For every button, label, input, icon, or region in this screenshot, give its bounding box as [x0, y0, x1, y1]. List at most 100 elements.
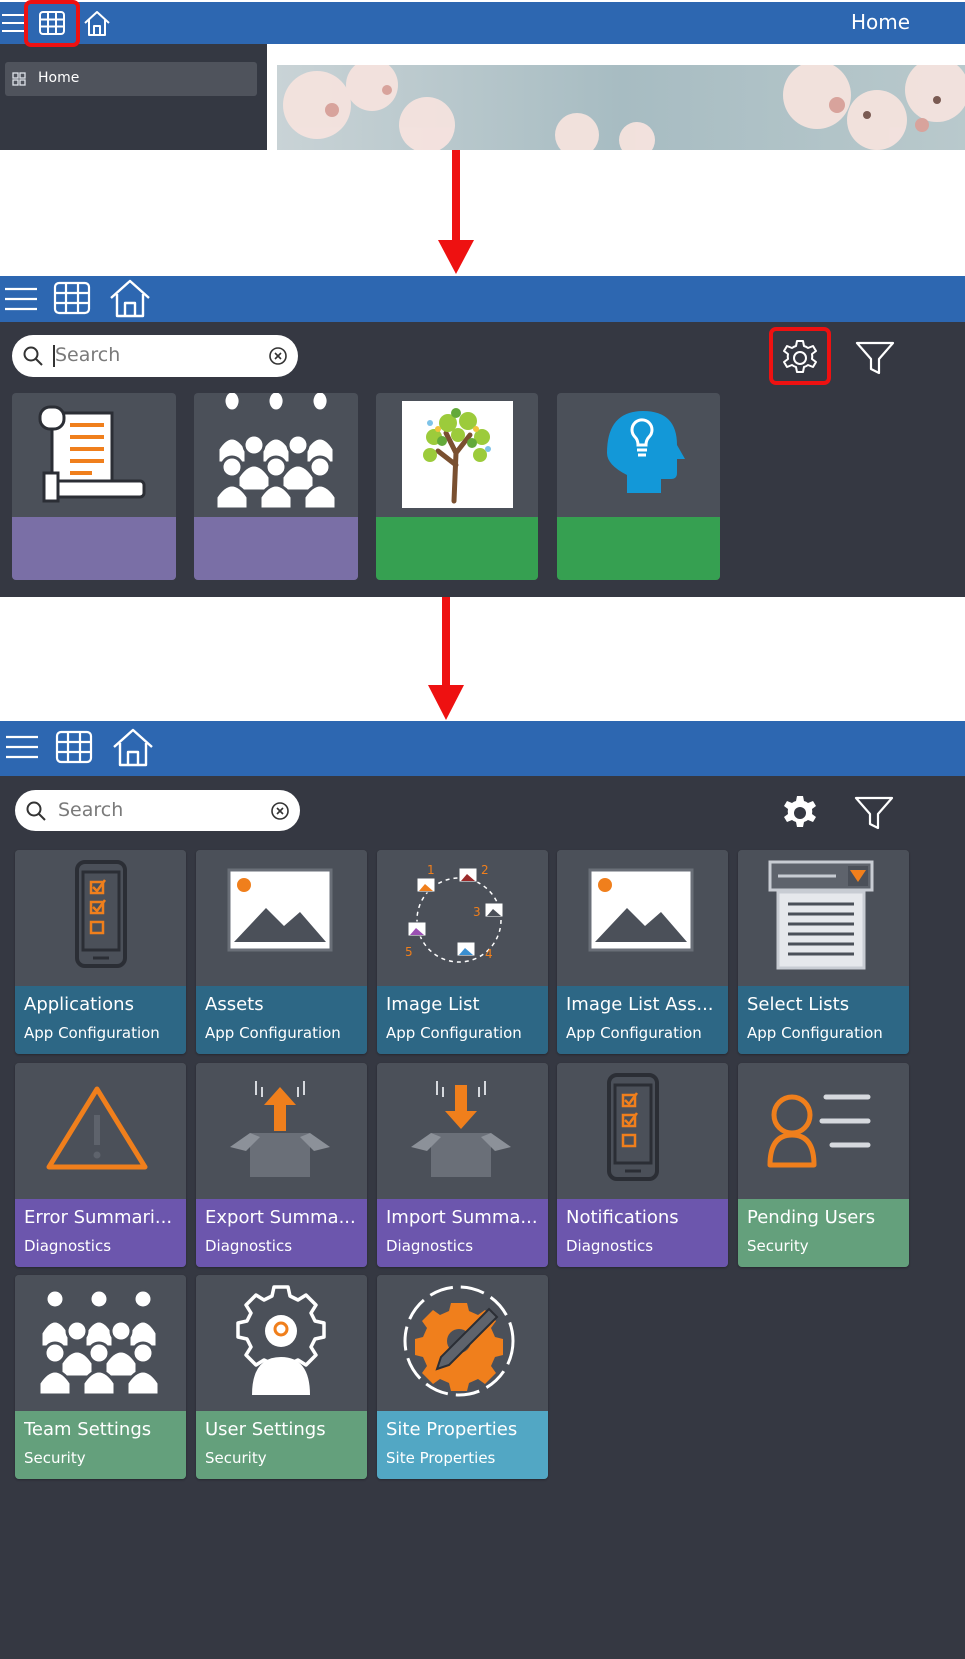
- filter-icon[interactable]: [855, 340, 895, 376]
- phone-checklist-icon: [607, 1073, 659, 1181]
- tile-image-list[interactable]: 1 2 3 4 5 Image List App Configuration: [377, 850, 548, 1054]
- tile-document[interactable]: [12, 393, 176, 580]
- tile-category: App Configuration: [386, 1024, 522, 1042]
- tile-title: User Settings: [205, 1419, 326, 1440]
- hero-image: [267, 44, 965, 150]
- highlight-grid-button: [24, 0, 80, 47]
- tile-idea[interactable]: [557, 393, 720, 580]
- search-box[interactable]: Search: [15, 790, 300, 831]
- sidebar-item-label: Home: [38, 70, 80, 86]
- composite-tutorial: Home Home Search Search Applications App…: [0, 0, 965, 1659]
- user-card-icon: [767, 1094, 871, 1168]
- tile-title: Select Lists: [747, 994, 850, 1015]
- filter-icon[interactable]: [854, 795, 894, 831]
- sequence-number: 5: [405, 945, 413, 959]
- tile-pending-users[interactable]: Pending Users Security: [738, 1063, 909, 1267]
- search-icon: [26, 801, 46, 821]
- tile-caption: Notifications Diagnostics: [557, 1199, 728, 1267]
- tile-title: Pending Users: [747, 1207, 876, 1228]
- tile-title: Image List Ass...: [566, 994, 714, 1015]
- home-icon[interactable]: [82, 8, 112, 38]
- warning-icon: [46, 1086, 148, 1170]
- tile-category: App Configuration: [566, 1024, 702, 1042]
- tile-caption: Pending Users Security: [738, 1199, 909, 1267]
- phone-checklist-icon: [75, 860, 127, 968]
- tile-category: Site Properties: [386, 1449, 496, 1467]
- tile-caption: Import Summa... Diagnostics: [377, 1199, 548, 1267]
- dropdown-list-icon: [768, 860, 874, 970]
- page-title: Home: [850, 10, 910, 34]
- tile-category: Security: [747, 1237, 809, 1255]
- tile-error-summaries[interactable]: Error Summari... Diagnostics: [15, 1063, 186, 1267]
- tile-category: Diagnostics: [205, 1237, 293, 1255]
- sidebar-item-home[interactable]: Home: [5, 62, 257, 96]
- home-icon[interactable]: [111, 726, 155, 768]
- tile-caption: Site Properties Site Properties: [377, 1411, 548, 1479]
- import-box-icon: [411, 1081, 511, 1177]
- tile-site-properties[interactable]: Site Properties Site Properties: [377, 1275, 548, 1479]
- idea-head-icon: [607, 411, 685, 493]
- tile-caption: Image List Ass... App Configuration: [557, 986, 728, 1054]
- tile-tree[interactable]: [376, 393, 538, 580]
- home-icon[interactable]: [108, 277, 152, 319]
- tile-caption: Applications App Configuration: [15, 986, 186, 1054]
- tile-title: Export Summa...: [205, 1207, 356, 1228]
- tile-export-summaries[interactable]: Export Summa... Diagnostics: [196, 1063, 367, 1267]
- tile-caption: [376, 517, 538, 580]
- hamburger-menu-icon[interactable]: [0, 10, 26, 36]
- tile-select-lists[interactable]: Select Lists App Configuration: [738, 850, 909, 1054]
- tile-title: Applications: [24, 994, 134, 1015]
- arrow-down-icon: [438, 150, 474, 274]
- tile-team-settings[interactable]: Team Settings Security: [15, 1275, 186, 1479]
- tile-title: Team Settings: [24, 1419, 152, 1440]
- tile-title: Import Summa...: [386, 1207, 538, 1228]
- tile-title: Image List: [386, 994, 480, 1015]
- sequence-number: 1: [427, 863, 435, 877]
- hamburger-menu-icon[interactable]: [4, 282, 38, 316]
- sequence-number: 4: [485, 947, 493, 961]
- tile-applications[interactable]: Applications App Configuration: [15, 850, 186, 1054]
- tile-caption: Select Lists App Configuration: [738, 986, 909, 1054]
- tree-icon: [402, 401, 513, 508]
- search-icon: [23, 346, 43, 366]
- tile-caption: Assets App Configuration: [196, 986, 367, 1054]
- document-icon: [38, 405, 146, 503]
- sidebar: Home: [0, 44, 267, 150]
- tile-category: App Configuration: [24, 1024, 160, 1042]
- tile-caption: Export Summa... Diagnostics: [196, 1199, 367, 1267]
- tile-user-settings[interactable]: User Settings Security: [196, 1275, 367, 1479]
- tile-category: Diagnostics: [566, 1237, 654, 1255]
- tile-category: Diagnostics: [24, 1237, 112, 1255]
- tile-category: App Configuration: [747, 1024, 883, 1042]
- tile-image-list-assets[interactable]: Image List Ass... App Configuration: [557, 850, 728, 1054]
- tile-notifications[interactable]: Notifications Diagnostics: [557, 1063, 728, 1267]
- tile-import-summaries[interactable]: Import Summa... Diagnostics: [377, 1063, 548, 1267]
- sequence-number: 2: [481, 863, 489, 877]
- app-grid-icon[interactable]: [53, 280, 91, 316]
- tile-title: Assets: [205, 994, 264, 1015]
- clear-icon[interactable]: [270, 801, 290, 821]
- step3-topbar: [0, 721, 965, 776]
- search-input[interactable]: Search: [55, 344, 120, 366]
- search-input[interactable]: Search: [58, 799, 123, 821]
- image-sequence-icon: 1 2 3 4 5: [405, 863, 504, 963]
- app-grid-icon[interactable]: [55, 729, 93, 765]
- team-icon: [37, 1288, 161, 1397]
- tile-assets[interactable]: Assets App Configuration: [196, 850, 367, 1054]
- tile-caption: [557, 517, 720, 580]
- tile-category: Security: [24, 1449, 86, 1467]
- tile-team[interactable]: [194, 393, 358, 580]
- gear-icon[interactable]: [780, 793, 820, 833]
- tile-caption: [194, 517, 358, 580]
- step1-topbar: Home: [0, 2, 965, 44]
- clear-icon[interactable]: [268, 346, 288, 366]
- export-box-icon: [230, 1081, 330, 1177]
- team-icon: [214, 393, 338, 511]
- step3-content: Search Applications App Configuration As…: [0, 776, 965, 1659]
- hamburger-menu-icon[interactable]: [5, 730, 39, 764]
- tile-category: App Configuration: [205, 1024, 341, 1042]
- image-icon: [588, 868, 694, 952]
- search-box[interactable]: Search: [12, 335, 298, 377]
- image-icon: [227, 868, 333, 952]
- dashboard-icon: [12, 72, 26, 86]
